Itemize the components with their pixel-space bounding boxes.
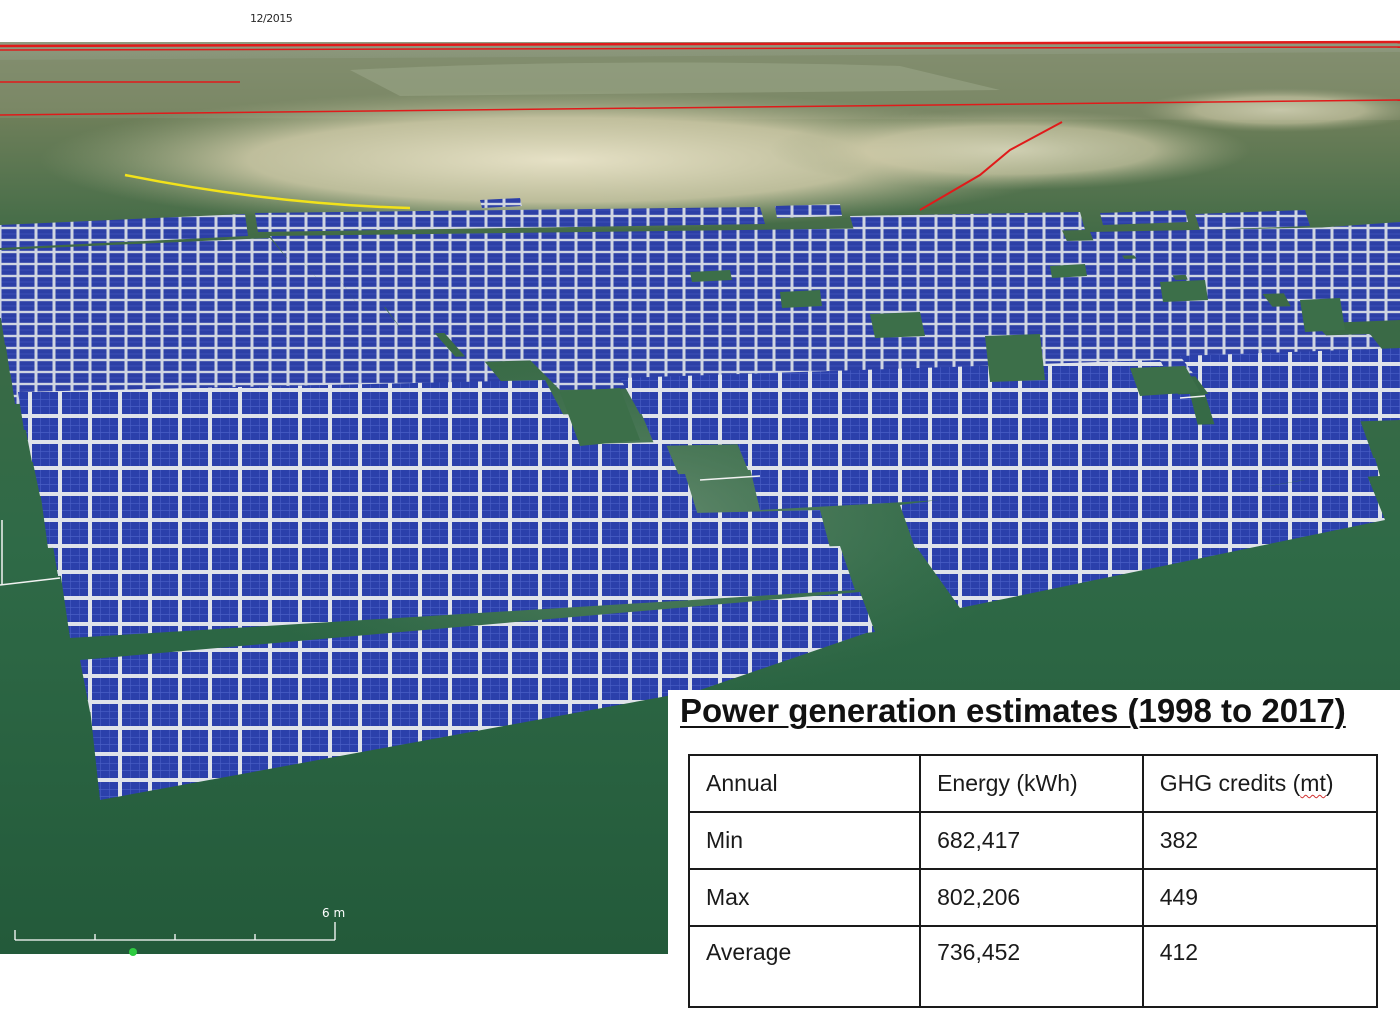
column-header-annual: Annual [687, 754, 922, 813]
table-row: Min 682,417 382 [687, 811, 1379, 870]
estimates-table: Annual Energy (kWh) GHG credits (mt) Min… [687, 754, 1379, 1008]
table-row: Max 802,206 449 [687, 868, 1379, 927]
ghg-value: 449 [1141, 868, 1379, 927]
imagery-date-stamp: 12/2015 [250, 12, 293, 25]
table-header-row: Annual Energy (kWh) GHG credits (mt) [687, 754, 1379, 813]
row-label: Average [687, 925, 922, 1008]
row-label: Max [687, 868, 922, 927]
ghg-value: 412 [1141, 925, 1379, 1008]
column-header-energy: Energy (kWh) [919, 754, 1144, 813]
scale-bar-label: 6 m [322, 906, 346, 920]
estimates-panel: Power generation estimates (1998 to 2017… [668, 690, 1400, 1020]
estimates-title: Power generation estimates (1998 to 2017… [680, 692, 1346, 729]
spellcheck-underline: mt [1300, 770, 1326, 796]
ghg-header-text: GHG credits (mt) [1159, 770, 1334, 796]
row-label: Min [687, 811, 922, 870]
energy-value: 736,452 [919, 925, 1144, 1008]
energy-value: 802,206 [919, 868, 1144, 927]
column-header-ghg: GHG credits (mt) [1141, 754, 1379, 813]
energy-value: 682,417 [919, 811, 1144, 870]
table-row: Average 736,452 412 [687, 925, 1379, 1008]
sky-haze [0, 0, 1400, 48]
ghg-value: 382 [1141, 811, 1379, 870]
viewer-indicator-icon [129, 948, 137, 956]
